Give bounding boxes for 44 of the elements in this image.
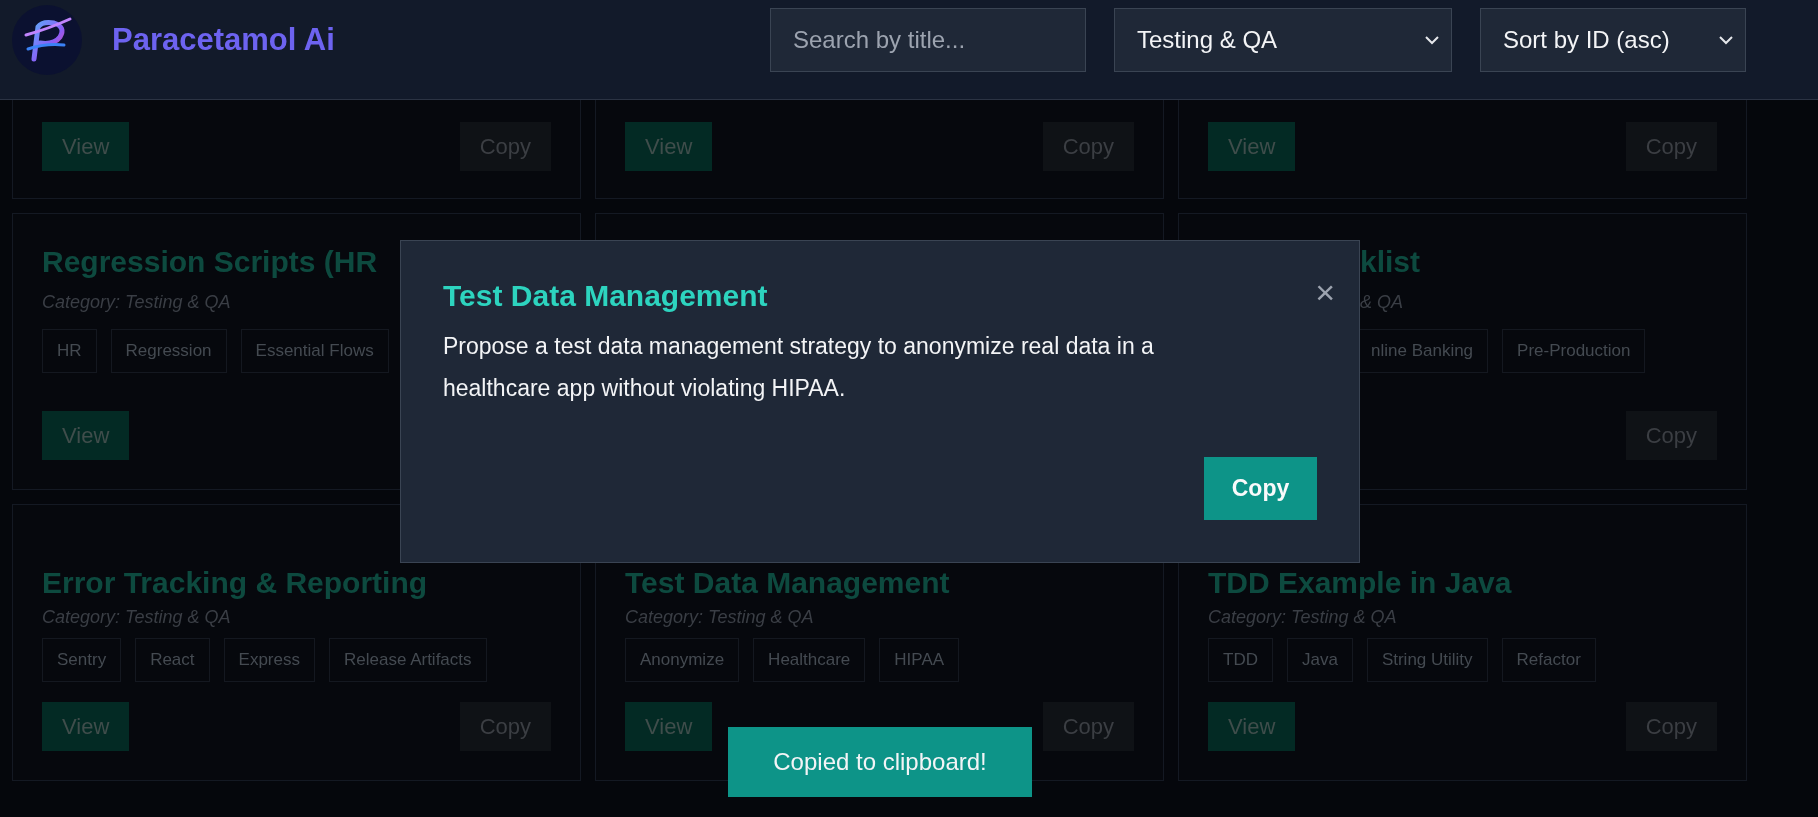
card-category: Category: Testing & QA	[1208, 607, 1397, 628]
view-button[interactable]: View	[625, 702, 713, 751]
card-category: Category: Testing & QA	[42, 292, 231, 313]
tag: Healthcare	[753, 638, 866, 682]
tag: React	[135, 638, 210, 682]
tag: Java	[1286, 638, 1353, 682]
tag: Release Artifacts	[329, 638, 487, 682]
tag: Express	[223, 638, 315, 682]
toast: Copied to clipboard!	[728, 727, 1032, 797]
search-field[interactable]: Search by title...	[770, 8, 1086, 72]
tag: Refactor	[1501, 638, 1596, 682]
view-button[interactable]: View	[42, 702, 130, 751]
close-button[interactable]: ×	[1315, 275, 1335, 309]
view-button[interactable]: View	[625, 122, 713, 171]
chevron-down-icon	[1719, 35, 1733, 45]
card-title: klist	[1360, 244, 1421, 280]
view-button[interactable]: View	[42, 122, 130, 171]
tag: HR	[42, 329, 97, 373]
brand-name: Paracetamol Ai	[112, 22, 335, 58]
view-button[interactable]: View	[1208, 702, 1296, 751]
tag: Sentry	[42, 638, 122, 682]
tag: Pre-Production	[1502, 329, 1646, 373]
category-select[interactable]: Testing & QA	[1114, 8, 1452, 72]
card-title: Test Data Management	[625, 565, 950, 601]
tag: TDD	[1208, 638, 1273, 682]
card-title: Error Tracking & Reporting	[42, 565, 428, 601]
tag: Anonymize	[625, 638, 740, 682]
card-category: Category: Testing & QA	[625, 607, 814, 628]
prompt-text: Propose a test data management strategy to anonymize real data in a healthcare app without violating HIPAA.	[443, 332, 1155, 403]
tag: Essential Flows	[240, 329, 389, 373]
view-button[interactable]: View	[1208, 122, 1296, 171]
tag: Regression	[110, 329, 227, 373]
view-button[interactable]: View	[42, 411, 130, 460]
copy-button[interactable]: Copy	[1204, 457, 1317, 520]
card-category: Category: Testing & QA	[42, 607, 231, 628]
card-title: TDD Example in Java	[1208, 565, 1512, 601]
chevron-down-icon	[1425, 35, 1439, 45]
card-category: & QA	[1360, 292, 1403, 313]
tag: String Utility	[1366, 638, 1488, 682]
tag: HIPAA	[879, 638, 960, 682]
card-title: Regression Scripts (HR	[42, 244, 378, 280]
logo-icon	[12, 5, 82, 75]
dialog-title: Test Data Management	[443, 279, 768, 313]
sort-select[interactable]: Sort by ID (asc)	[1480, 8, 1746, 72]
